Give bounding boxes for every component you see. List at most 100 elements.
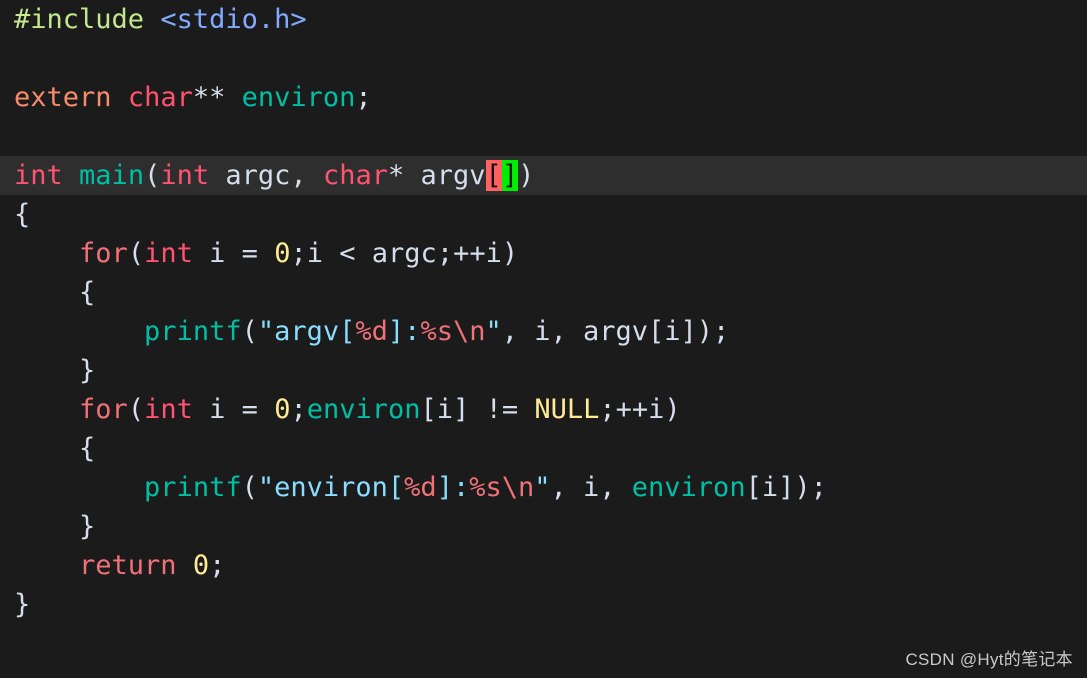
- code-line-15[interactable]: return 0;: [0, 546, 1087, 585]
- format-specifier-d: %d: [404, 472, 437, 503]
- code-line-6[interactable]: {: [0, 195, 1087, 234]
- paren-open: (: [144, 160, 161, 191]
- csdn-watermark: CSDN @Hyt的笔记本: [905, 650, 1073, 669]
- string-literal-part: environ[: [274, 472, 405, 503]
- string-quote-open: ": [257, 316, 275, 347]
- code-line-10[interactable]: }: [0, 351, 1087, 390]
- keyword-char: char: [127, 82, 193, 113]
- code-line-1[interactable]: #include <stdio.h>: [0, 0, 1087, 39]
- code-line-2[interactable]: [0, 39, 1087, 78]
- paren-close: ): [501, 238, 519, 269]
- pointer-operator: *: [387, 160, 405, 191]
- constant-null: NULL: [534, 394, 600, 425]
- param-argv: argv: [420, 160, 486, 191]
- keyword-for: for: [79, 394, 128, 425]
- param-argc: argc: [225, 160, 291, 191]
- semicolon: ;: [436, 238, 454, 269]
- brace-close: }: [14, 589, 31, 620]
- identifier-environ: environ: [241, 82, 356, 113]
- assign-operator: =: [241, 238, 258, 269]
- keyword-int-param: int: [160, 160, 210, 191]
- brace-open: {: [79, 277, 96, 308]
- code-line-14[interactable]: }: [0, 507, 1087, 546]
- escape-newline: \n: [501, 472, 535, 503]
- variable-i: i: [209, 238, 226, 269]
- string-literal-part: ]:: [436, 472, 470, 503]
- code-line-12[interactable]: {: [0, 429, 1087, 468]
- escape-newline: \n: [452, 316, 486, 347]
- paren-open: (: [127, 238, 145, 269]
- keyword-int: int: [144, 394, 193, 425]
- code-line-13[interactable]: printf("environ[%d]:%s\n", i, environ[i]…: [0, 468, 1087, 507]
- preprocessor-directive: #include: [14, 4, 145, 35]
- string-literal-part: argv[: [274, 316, 356, 347]
- semicolon: ;: [599, 394, 616, 425]
- variable-argc: argc: [371, 238, 437, 269]
- pointer-operator: **: [192, 82, 226, 113]
- array-index: [i]: [420, 394, 470, 425]
- code-line-5-active[interactable]: int main(int argc, char* argv[]): [0, 156, 1087, 195]
- code-line-16[interactable]: }: [0, 585, 1087, 624]
- code-line-3[interactable]: extern char** environ;: [0, 78, 1087, 117]
- paren-close: ): [518, 160, 535, 191]
- function-call-printf: printf: [144, 316, 242, 347]
- assign-operator: =: [241, 394, 258, 425]
- keyword-for: for: [79, 238, 128, 269]
- code-line-8[interactable]: {: [0, 273, 1087, 312]
- code-line-9[interactable]: printf("argv[%d]:%s\n", i, argv[i]);: [0, 312, 1087, 351]
- number-zero: 0: [274, 238, 291, 269]
- code-editor[interactable]: #include <stdio.h> extern char** environ…: [0, 0, 1087, 678]
- increment-expression: ++i: [453, 238, 502, 269]
- string-quote-open: ": [257, 472, 275, 503]
- keyword-char-param: char: [322, 160, 388, 191]
- less-than-operator: <: [339, 238, 356, 269]
- code-line-4[interactable]: [0, 117, 1087, 156]
- not-equal-operator: !=: [485, 394, 519, 425]
- semicolon: ;: [209, 550, 226, 581]
- printf-arguments-tail: [i]);: [745, 472, 827, 503]
- paren-open: (: [241, 316, 258, 347]
- code-line-7[interactable]: for(int i = 0;i < argc;++i): [0, 234, 1087, 273]
- code-line-11[interactable]: for(int i = 0;environ[i] != NULL;++i): [0, 390, 1087, 429]
- keyword-int: int: [14, 160, 63, 191]
- number-zero: 0: [192, 550, 210, 581]
- brace-close: }: [79, 355, 96, 386]
- format-specifier-d: %d: [355, 316, 388, 347]
- printf-arguments: , i, argv[i]);: [501, 316, 730, 347]
- string-literal-part: ]:: [387, 316, 421, 347]
- semicolon: ;: [290, 238, 307, 269]
- text-cursor: ]: [501, 160, 519, 191]
- identifier-environ: environ: [631, 472, 746, 503]
- variable-i: i: [209, 394, 226, 425]
- string-quote-close: ": [534, 472, 551, 503]
- variable-i: i: [306, 238, 323, 269]
- include-header: <stdio.h>: [160, 4, 307, 35]
- semicolon: ;: [290, 394, 307, 425]
- function-name-main: main: [79, 160, 145, 191]
- function-call-printf: printf: [144, 472, 242, 503]
- paren-open: (: [241, 472, 258, 503]
- brace-open: {: [79, 433, 96, 464]
- identifier-environ: environ: [306, 394, 421, 425]
